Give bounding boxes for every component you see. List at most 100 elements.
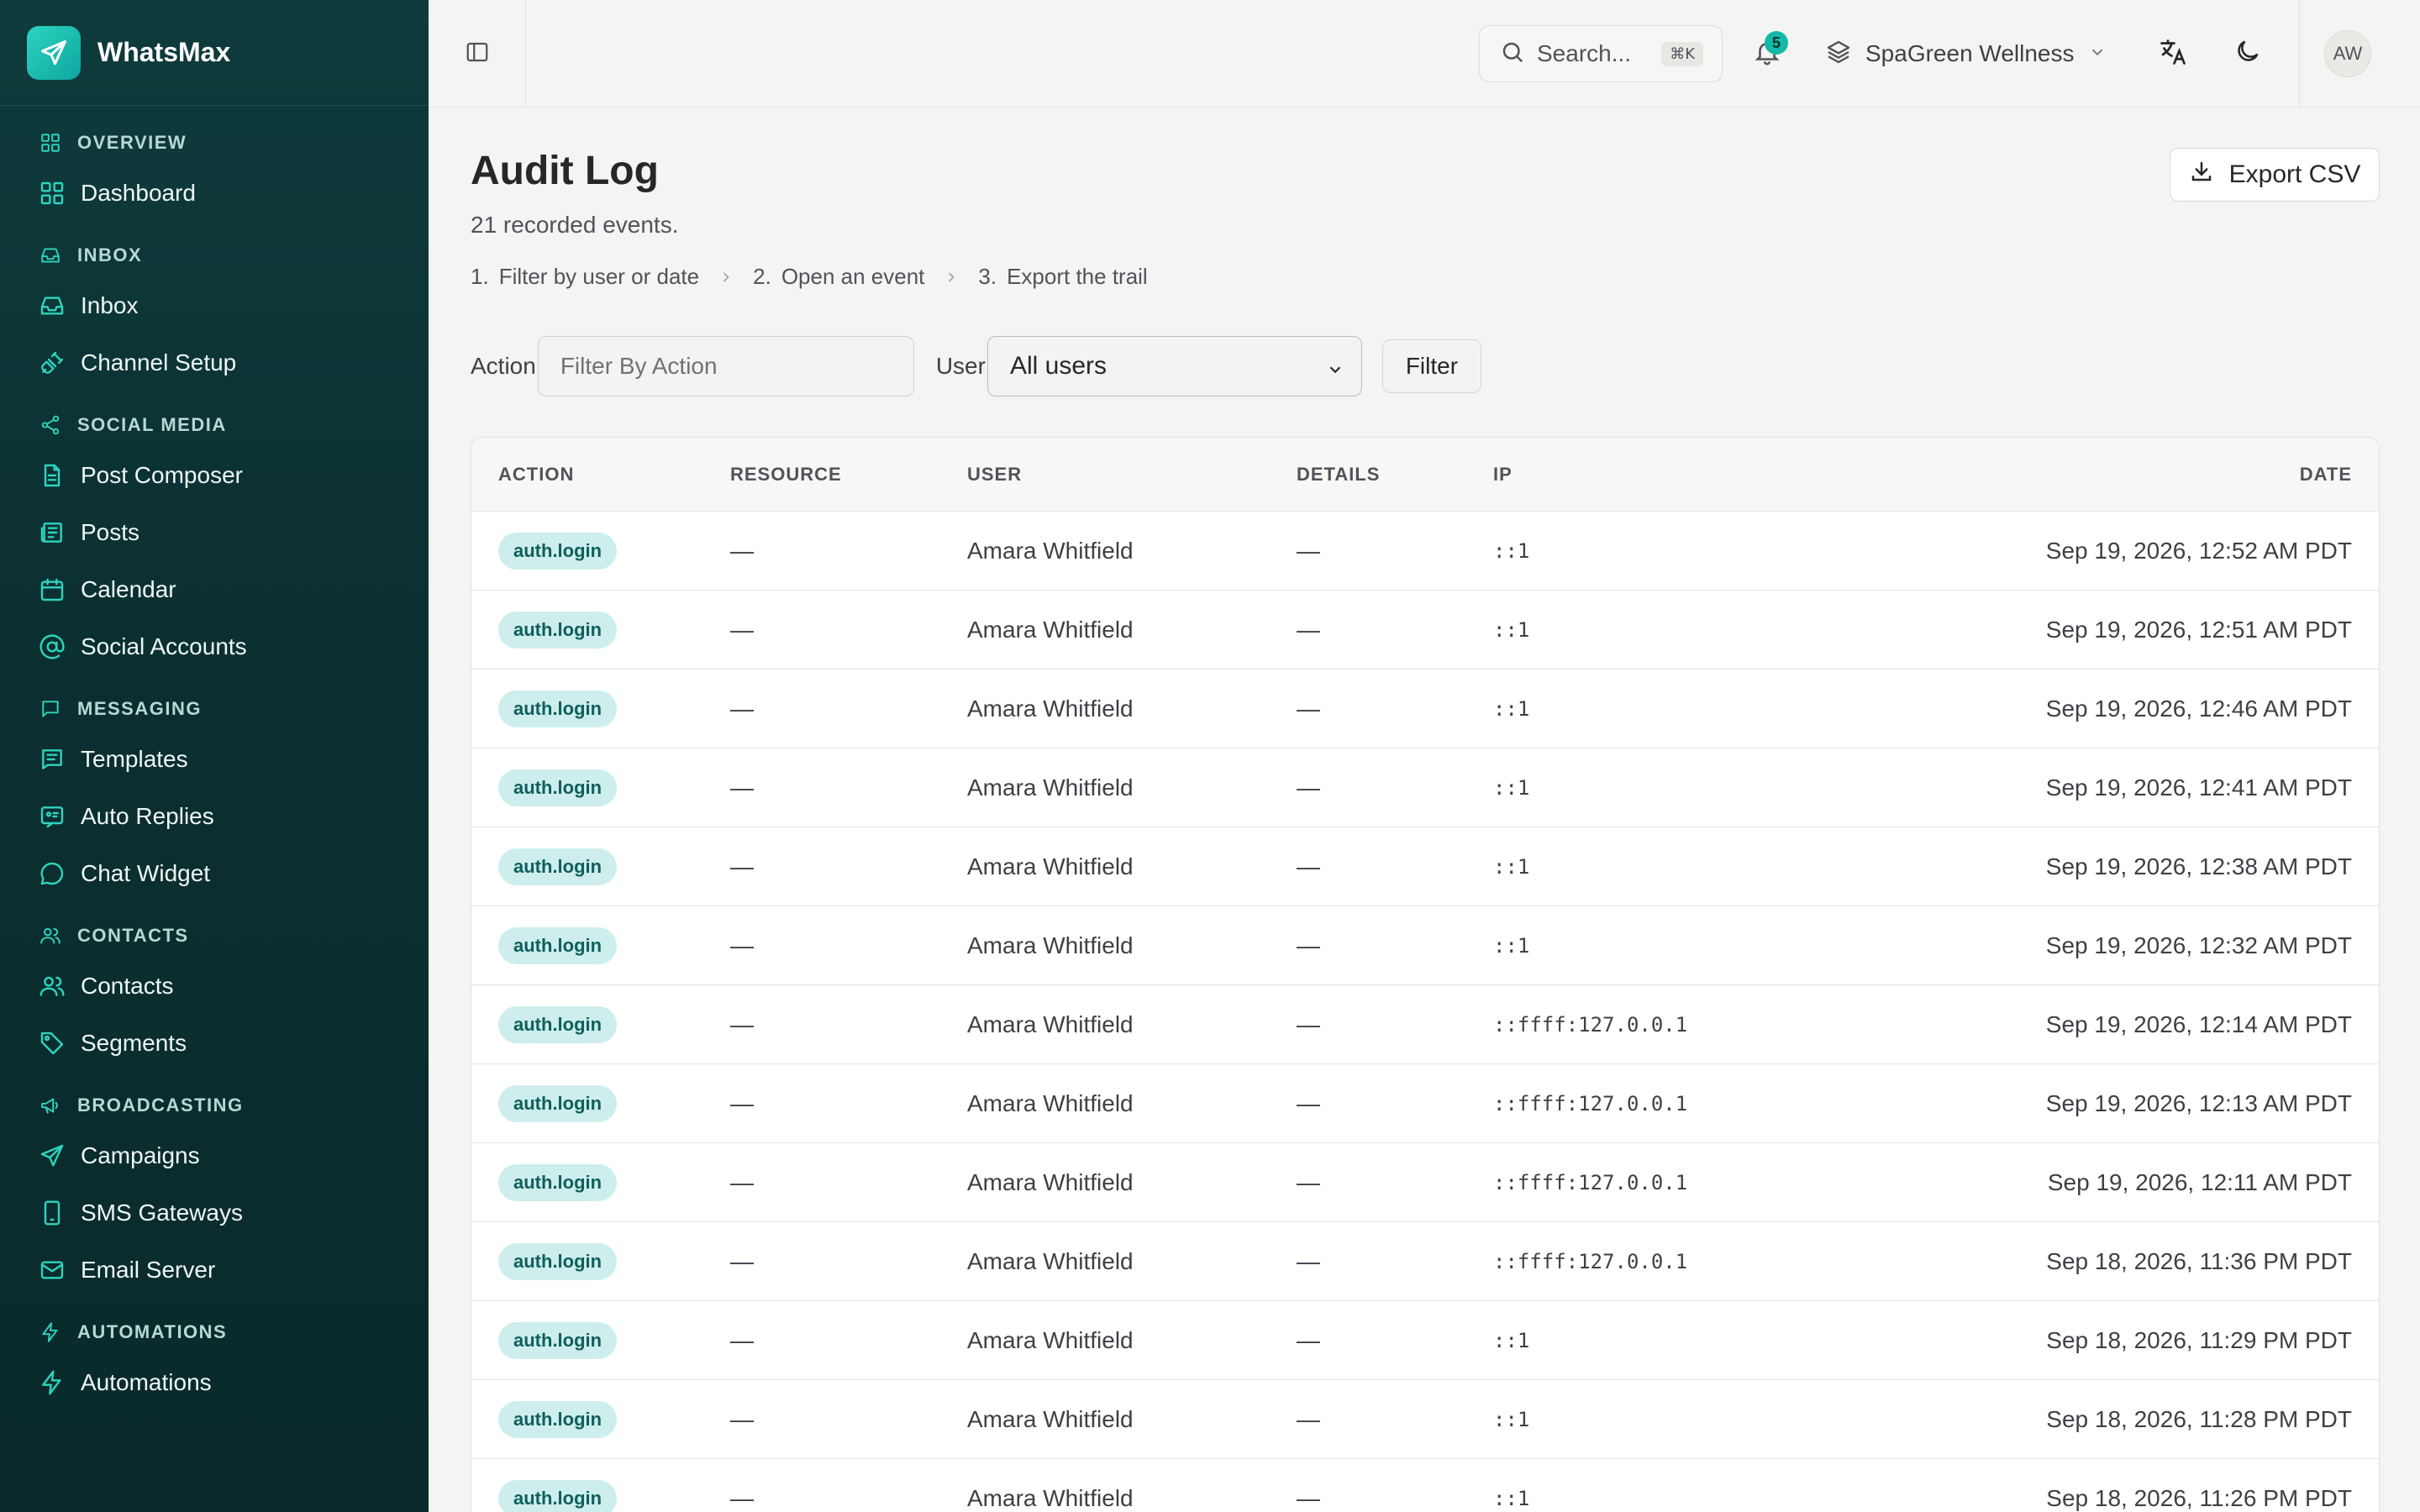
column-header-user[interactable]: USER (967, 464, 1297, 486)
translate-icon (2158, 39, 2188, 71)
topbar: Search... ⌘K 5 SpaGreen Wellness AW (429, 0, 2420, 108)
search-placeholder: Search... (1537, 40, 1632, 66)
page-title: Audit Log (471, 149, 659, 193)
sidebar-item-posts[interactable]: Posts (0, 504, 429, 561)
sidebar-item-contacts[interactable]: Contacts (0, 958, 429, 1015)
zap-icon (39, 1369, 66, 1396)
sidebar-item-dashboard[interactable]: Dashboard (0, 165, 429, 222)
sidebar-section-label: AUTOMATIONS (77, 1321, 228, 1342)
action-cell: auth.login (471, 1163, 730, 1201)
date-cell: Sep 18, 2026, 11:26 PM PDT (2046, 1484, 2352, 1511)
action-badge: auth.login (498, 769, 618, 806)
ip-cell: ::1 (1493, 617, 1530, 642)
sidebar-item-social-accounts[interactable]: Social Accounts (0, 618, 429, 675)
table-row[interactable]: auth.login — Amara Whitfield —::1 Sep 19, 20… (471, 591, 2379, 669)
details-cell: — (1297, 1089, 1320, 1116)
column-header-action[interactable]: ACTION (471, 464, 730, 486)
resource-cell: — (730, 695, 754, 722)
ip-cell: ::1 (1493, 696, 1530, 721)
user-filter-select[interactable]: All users (986, 336, 1362, 396)
details-cell: — (1297, 616, 1320, 643)
table-row[interactable]: auth.login — Amara Whitfield —::1 Sep 19, 20… (471, 512, 2379, 591)
ip-cell: ::1 (1493, 1486, 1530, 1510)
export-csv-button[interactable]: Export CSV (2170, 148, 2380, 202)
search-icon (1500, 39, 1525, 69)
sidebar-item-post-composer[interactable]: Post Composer (0, 447, 429, 504)
ip-cell: ::1 (1493, 933, 1530, 958)
user-cell: Amara Whitfield (967, 1168, 1134, 1195)
table-row[interactable]: auth.login — Amara Whitfield —::ffff:127.0.… (471, 1064, 2379, 1143)
table-row[interactable]: auth.login — Amara Whitfield —::ffff:127.0.… (471, 985, 2379, 1064)
sidebar-item-segments[interactable]: Segments (0, 1015, 429, 1072)
filter-button[interactable]: Filter (1381, 339, 1481, 393)
megaphone-icon (39, 1094, 62, 1117)
sidebar-item-templates[interactable]: Templates (0, 731, 429, 788)
date-cell: Sep 19, 2026, 12:41 AM PDT (2045, 774, 2352, 801)
sidebar-item-calendar[interactable]: Calendar (0, 561, 429, 618)
sidebar-item-auto-replies[interactable]: Auto Replies (0, 788, 429, 845)
grid-icon (39, 131, 62, 155)
action-badge: auth.login (498, 1005, 618, 1043)
sidebar-item-label: Templates (81, 746, 188, 772)
sidebar-item-label: Inbox (81, 292, 139, 318)
user-cell: Amara Whitfield (967, 695, 1134, 722)
resource-cell: — (730, 853, 754, 879)
table-row[interactable]: auth.login — Amara Whitfield —::1 Sep 19, 20… (471, 669, 2379, 748)
sidebar-section-messaging: MESSAGING (0, 687, 429, 731)
resource-cell: — (730, 1011, 754, 1037)
resource-cell: — (730, 616, 754, 643)
date-cell: Sep 18, 2026, 11:29 PM PDT (2046, 1326, 2352, 1353)
ip-cell: ::ffff:127.0.0.1 (1493, 1249, 1688, 1273)
brand[interactable]: WhatsMax (0, 0, 429, 106)
sidebar-toggle-button[interactable] (429, 0, 526, 108)
avatar[interactable]: AW (2324, 30, 2371, 77)
column-header-details[interactable]: DETAILS (1297, 464, 1493, 486)
sidebar-item-label: Automations (81, 1369, 212, 1395)
sidebar-item-label: Calendar (81, 576, 176, 602)
sidebar-item-chat-widget[interactable]: Chat Widget (0, 845, 429, 902)
sidebar-item-email-server[interactable]: Email Server (0, 1242, 429, 1299)
ip-cell: ::1 (1493, 854, 1530, 879)
table-row[interactable]: auth.login — Amara Whitfield —::1 Sep 18, 20… (471, 1380, 2379, 1459)
sidebar-item-automations[interactable]: Automations (0, 1354, 429, 1411)
details-cell: — (1297, 1326, 1320, 1353)
table-row[interactable]: auth.login — Amara Whitfield —::1 Sep 19, 20… (471, 748, 2379, 827)
mail-icon (39, 1257, 66, 1284)
action-cell: auth.login (471, 690, 730, 727)
action-cell: auth.login (471, 927, 730, 964)
message-square-icon (39, 697, 62, 721)
column-header-date[interactable]: DATE (1913, 464, 2379, 486)
auto-reply-icon (39, 803, 66, 830)
sidebar-item-inbox[interactable]: Inbox (0, 277, 429, 334)
language-button[interactable] (2158, 37, 2188, 71)
sidebar-item-label: Auto Replies (81, 803, 214, 829)
search-input[interactable]: Search... ⌘K (1479, 25, 1723, 82)
table-row[interactable]: auth.login — Amara Whitfield —::ffff:127.0.… (471, 1143, 2379, 1222)
theme-toggle-button[interactable] (2233, 37, 2262, 70)
table-row[interactable]: auth.login — Amara Whitfield —::1 Sep 18, 20… (471, 1459, 2379, 1512)
sidebar-item-channel-setup[interactable]: Channel Setup (0, 334, 429, 391)
action-filter-input[interactable]: Filter By Action (537, 336, 914, 396)
action-badge: auth.login (498, 848, 618, 885)
sidebar-section-label: CONTACTS (77, 925, 189, 946)
table-row[interactable]: auth.login — Amara Whitfield —::ffff:127.0.… (471, 1222, 2379, 1301)
details-cell: — (1297, 1011, 1320, 1037)
table-row[interactable]: auth.login — Amara Whitfield —::1 Sep 19, 20… (471, 906, 2379, 985)
date-cell: Sep 19, 2026, 12:14 AM PDT (2045, 1011, 2352, 1037)
table-row[interactable]: auth.login — Amara Whitfield —::1 Sep 19, 20… (471, 827, 2379, 906)
sidebar-item-sms-gateways[interactable]: SMS Gateways (0, 1184, 429, 1242)
workspace-switcher[interactable]: SpaGreen Wellness (1825, 32, 2107, 76)
share-icon (39, 413, 62, 437)
ip-cell: ::ffff:127.0.0.1 (1493, 1170, 1688, 1194)
chevron-right-icon (718, 269, 734, 286)
table-row[interactable]: auth.login — Amara Whitfield —::1 Sep 18, 20… (471, 1301, 2379, 1380)
sidebar-section-overview: OVERVIEW (0, 121, 429, 165)
search-shortcut: ⌘K (1661, 41, 1703, 66)
resource-cell: — (730, 1247, 754, 1274)
sidebar-item-campaigns[interactable]: Campaigns (0, 1127, 429, 1184)
sidebar-section-contacts: CONTACTS (0, 914, 429, 958)
resource-cell: — (730, 1484, 754, 1511)
step-number: 2. (753, 264, 771, 289)
column-header-resource[interactable]: RESOURCE (730, 464, 967, 486)
column-header-ip[interactable]: IP (1493, 464, 1913, 486)
